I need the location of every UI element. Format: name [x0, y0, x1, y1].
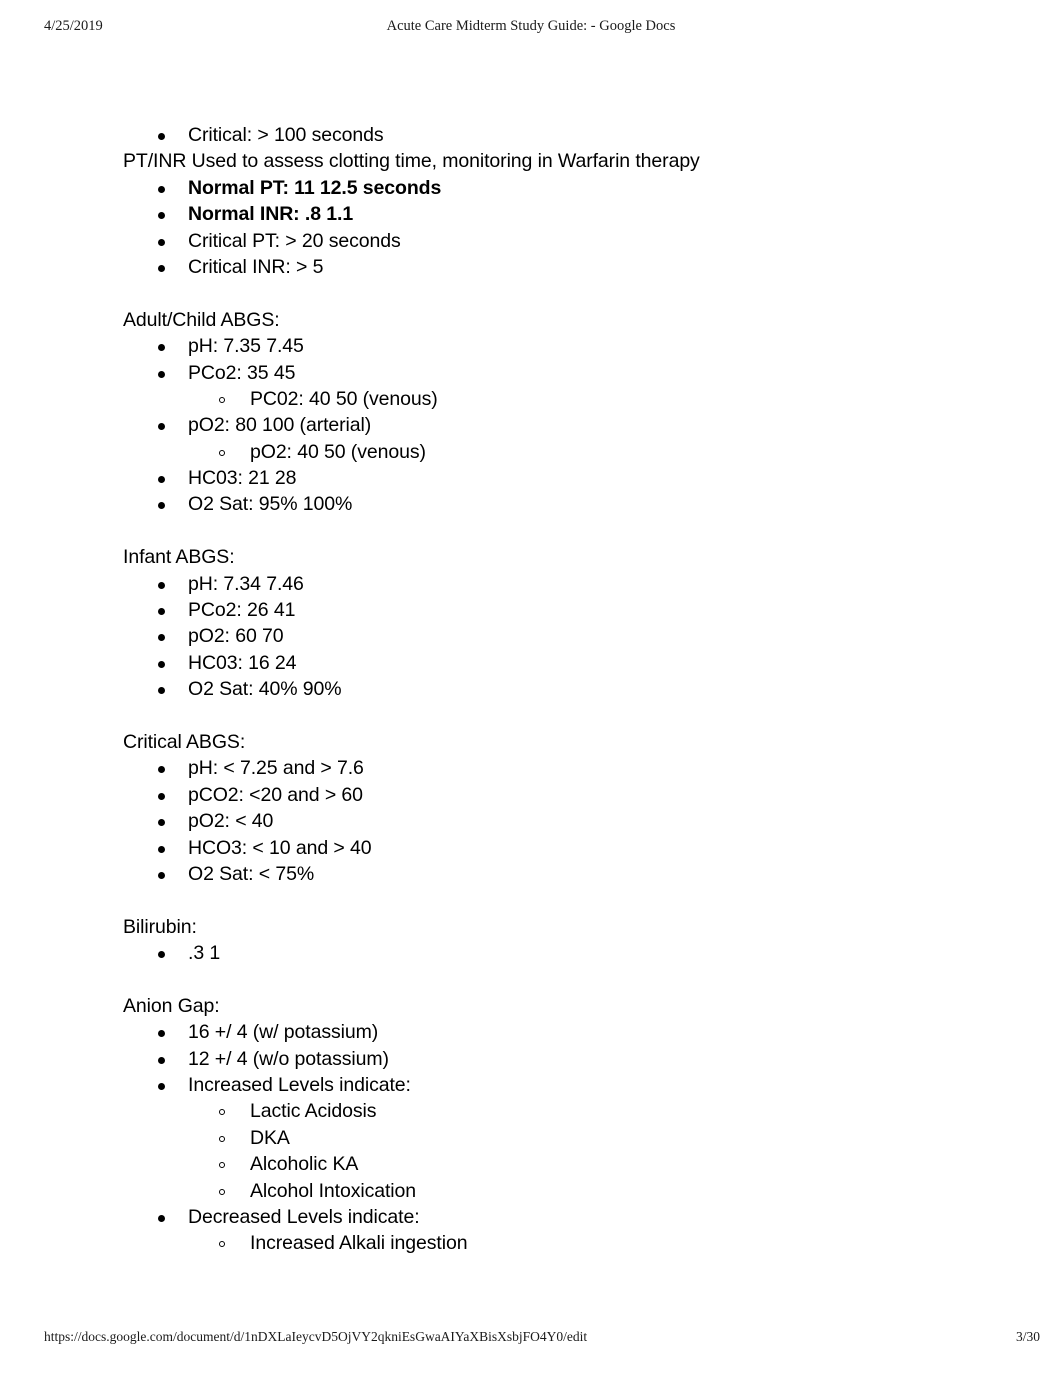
list-item: O2 Sat: 40% 90%: [0, 676, 1062, 702]
document-line-list: Critical: > 100 seconds PT/INR Used to as…: [0, 122, 1062, 1257]
list-item: HCO3: < 10 and > 40: [0, 835, 1062, 861]
section-heading: PT/INR Used to assess clotting time, mon…: [123, 150, 700, 173]
section-heading: Critical ABGS:: [123, 730, 246, 753]
section-heading: Infant ABGS:: [123, 546, 235, 569]
list-item: pCO2: <20 and > 60: [0, 782, 1062, 808]
document-body: Critical: > 100 seconds PT/INR Used to as…: [0, 122, 1062, 1257]
print-header: 4/25/2019 Acute Care Midterm Study Guide…: [0, 18, 1062, 40]
list-item: HC03: 16 24: [0, 650, 1062, 676]
list-item: pH: < 7.25 and > 7.6: [0, 755, 1062, 781]
list-item: Alcohol Intoxication: [0, 1178, 1062, 1204]
list-item: Critical PT: > 20 seconds: [0, 228, 1062, 254]
list-item: O2 Sat: < 75%: [0, 861, 1062, 887]
list-item: Increased Levels indicate:: [0, 1072, 1062, 1098]
list-item: .3 1: [0, 940, 1062, 966]
list-item: Normal INR: .8 1.1: [0, 201, 1062, 227]
list-item: pO2: < 40: [0, 808, 1062, 834]
print-footer-page-number: 3/30: [1015, 1329, 1040, 1344]
list-item: Normal PT: 11 12.5 seconds: [0, 175, 1062, 201]
list-item: DKA: [0, 1125, 1062, 1151]
list-item: PCo2: 26 41: [0, 597, 1062, 623]
list-item: PCo2: 35 45: [0, 360, 1062, 386]
print-footer: https://docs.google.com/document/d/1nDXL…: [0, 1329, 1062, 1351]
list-item: pO2: 80 100 (arterial): [0, 412, 1062, 438]
print-header-title: Acute Care Midterm Study Guide: - Google…: [386, 18, 676, 34]
list-item: pO2: 60 70: [0, 623, 1062, 649]
list-item: 12 +/ 4 (w/o potassium): [0, 1046, 1062, 1072]
list-item: Alcoholic KA: [0, 1151, 1062, 1177]
list-item: pH: 7.34 7.46: [0, 571, 1062, 597]
list-item: Increased Alkali ingestion: [0, 1230, 1062, 1256]
section-heading: Anion Gap:: [123, 994, 220, 1017]
print-footer-url: https://docs.google.com/document/d/1nDXL…: [44, 1329, 588, 1344]
list-item: HC03: 21 28: [0, 465, 1062, 491]
list-item: Critical INR: > 5: [0, 254, 1062, 280]
list-item: 16 +/ 4 (w/ potassium): [0, 1019, 1062, 1045]
list-item: O2 Sat: 95% 100%: [0, 491, 1062, 517]
list-item: Critical: > 100 seconds: [0, 122, 1062, 148]
list-item: PC02: 40 50 (venous): [0, 386, 1062, 412]
list-item: Lactic Acidosis: [0, 1098, 1062, 1124]
list-item: Decreased Levels indicate:: [0, 1204, 1062, 1230]
list-item: pH: 7.35 7.45: [0, 333, 1062, 359]
list-item: pO2: 40 50 (venous): [0, 439, 1062, 465]
section-heading: Bilirubin:: [123, 915, 197, 938]
section-heading: Adult/Child ABGS:: [123, 308, 280, 331]
